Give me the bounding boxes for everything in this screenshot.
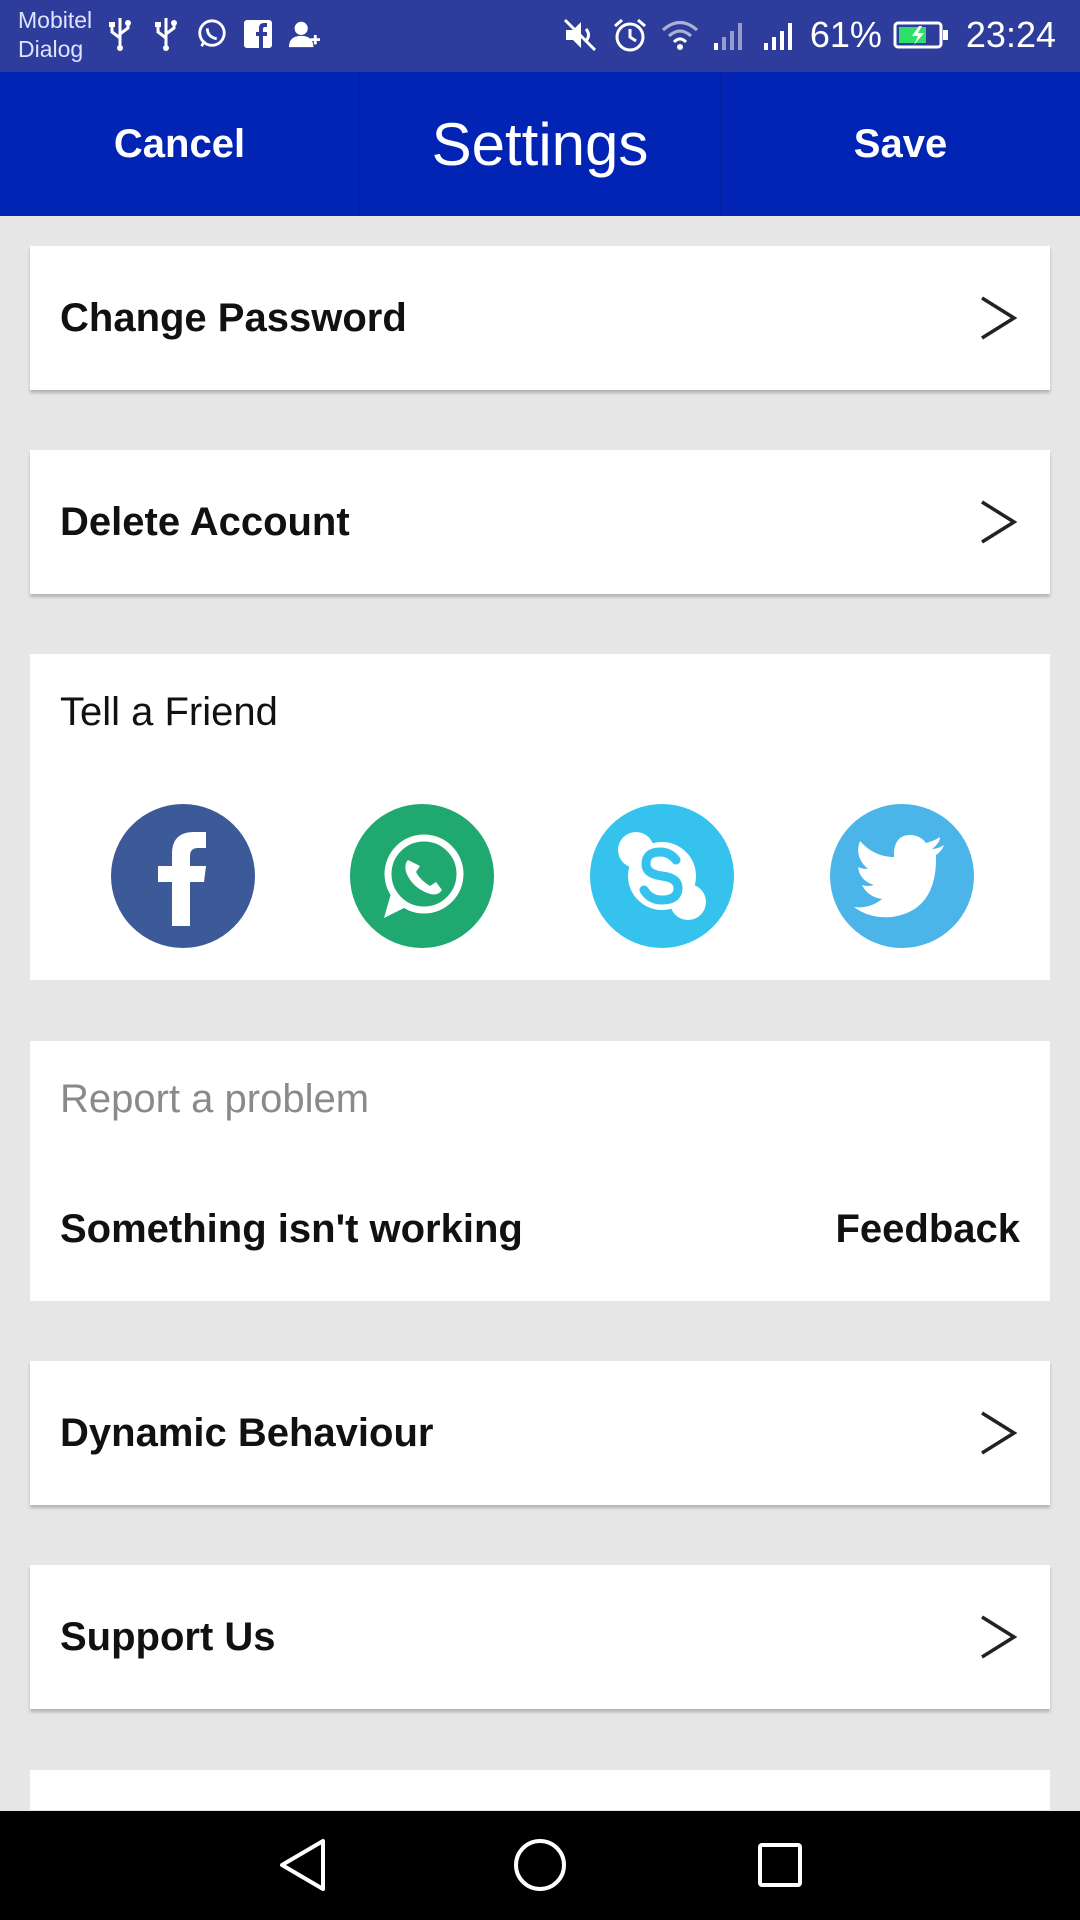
mute-icon (560, 10, 600, 60)
alarm-icon (610, 10, 650, 60)
chevron-right-icon (976, 1407, 1020, 1459)
system-status: 61% 23:24 (560, 10, 1056, 60)
carrier-names: Mobitel Dialog (18, 6, 92, 64)
dynamic-behaviour-row[interactable]: Dynamic Behaviour (30, 1361, 1050, 1505)
change-password-row[interactable]: Change Password (30, 246, 1050, 390)
change-password-label: Change Password (60, 295, 407, 340)
delete-account-row[interactable]: Delete Account (30, 450, 1050, 594)
chevron-right-icon (976, 496, 1020, 548)
cancel-button[interactable]: Cancel (0, 72, 360, 216)
app-bar: Cancel Settings Save (0, 72, 1080, 216)
signal-icon (710, 10, 750, 60)
back-icon[interactable] (266, 1829, 338, 1901)
carrier-2: Dialog (18, 36, 84, 62)
skype-icon[interactable] (590, 804, 734, 948)
save-button[interactable]: Save (720, 72, 1080, 216)
battery-charging-icon (892, 10, 950, 60)
report-problem-card: Report a problem Something isn't working… (30, 1041, 1050, 1301)
home-icon[interactable] (504, 1829, 576, 1901)
carrier-1: Mobitel (18, 7, 93, 33)
chevron-right-icon (976, 1611, 1020, 1663)
whatsapp-icon[interactable] (350, 804, 494, 948)
navigation-bar (0, 1811, 1080, 1920)
clock: 23:24 (965, 14, 1056, 55)
report-problem-title: Report a problem (60, 1077, 370, 1121)
notification-icons (104, 14, 320, 54)
facebook-icon (242, 14, 274, 54)
chevron-right-icon (976, 292, 1020, 344)
usb-icon (104, 14, 136, 54)
delete-account-label: Delete Account (60, 499, 350, 544)
signal-icon (760, 10, 800, 60)
twitter-icon[interactable] (830, 804, 974, 948)
dynamic-behaviour-label: Dynamic Behaviour (60, 1410, 434, 1455)
add-person-icon (288, 14, 320, 54)
next-settings-row[interactable] (30, 1770, 1050, 1810)
tell-a-friend-title: Tell a Friend (60, 690, 278, 734)
whatsapp-icon (196, 14, 228, 54)
support-us-label: Support Us (60, 1614, 276, 1659)
status-bar: Mobitel Dialog 61% 23:24 (0, 0, 1080, 72)
facebook-icon[interactable] (111, 804, 255, 948)
page-title: Settings (431, 110, 649, 178)
wifi-icon (660, 10, 700, 60)
something-not-working-link[interactable]: Something isn't working (60, 1207, 523, 1252)
recents-icon[interactable] (744, 1829, 816, 1901)
feedback-link[interactable]: Feedback (835, 1207, 1020, 1252)
battery-percent: 61% (809, 14, 882, 55)
tell-a-friend-card: Tell a Friend (30, 654, 1050, 980)
support-us-row[interactable]: Support Us (30, 1565, 1050, 1709)
usb-icon (150, 14, 182, 54)
